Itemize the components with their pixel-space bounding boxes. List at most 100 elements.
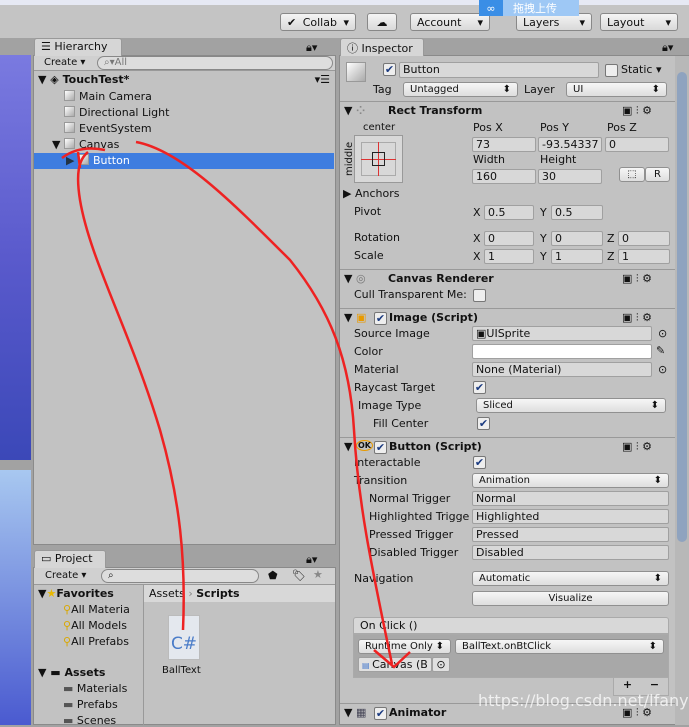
- list-item[interactable]: ▬ Scenes: [63, 714, 116, 727]
- scale-y-input[interactable]: 1: [551, 249, 603, 264]
- help-icon[interactable]: ▣ ⫶ ⚙: [622, 104, 652, 118]
- transition-dropdown[interactable]: Animation ⬍: [472, 473, 669, 488]
- cloud-button[interactable]: ☁: [367, 13, 397, 31]
- posz-input[interactable]: 0: [605, 137, 669, 152]
- account-dropdown[interactable]: Account ▾: [410, 13, 490, 31]
- object-picker-icon[interactable]: ⊙: [658, 327, 667, 340]
- list-item[interactable]: EventSystem: [34, 121, 334, 137]
- rect-transform-header[interactable]: ▼ ⁘ Rect Transform ▣ ⫶ ⚙: [340, 101, 675, 119]
- posy-input[interactable]: -93.54337: [538, 137, 602, 152]
- scale-label: Scale: [354, 249, 384, 262]
- scene-view[interactable]: [0, 55, 31, 460]
- help-icon[interactable]: ▣ ⫶ ⚙: [622, 272, 652, 286]
- image-header[interactable]: ▼ ▣ ✔ Image (Script) ▣ ⫶ ⚙: [340, 308, 675, 326]
- list-item[interactable]: Directional Light: [34, 105, 334, 121]
- static-label[interactable]: Static ▾: [621, 63, 661, 76]
- rotation-x-input[interactable]: 0: [484, 231, 534, 246]
- tab-project[interactable]: ▭ Project: [34, 550, 106, 568]
- hierarchy-search-input[interactable]: ⌕▾All: [97, 56, 333, 70]
- assets-folder[interactable]: ▼ ▬ Assets: [38, 666, 105, 679]
- list-item[interactable]: Main Camera: [34, 89, 334, 105]
- list-item-selected[interactable]: ▶ Button: [34, 153, 334, 169]
- source-image-field[interactable]: ▣UISprite: [472, 326, 652, 341]
- help-icon[interactable]: ▣ ⫶ ⚙: [622, 311, 652, 325]
- image-type-dropdown[interactable]: Sliced ⬍: [476, 398, 666, 413]
- eyedropper-icon[interactable]: ✎: [656, 344, 665, 357]
- scale-x-input[interactable]: 1: [484, 249, 534, 264]
- enabled-checkbox[interactable]: ✔: [374, 707, 387, 720]
- navigation-dropdown[interactable]: Automatic ⬍: [472, 571, 669, 586]
- collab-button[interactable]: ✔ Collab ▾: [280, 13, 356, 31]
- file-name[interactable]: BallText: [162, 665, 201, 676]
- project-create-button[interactable]: Create ▾: [45, 570, 86, 581]
- anchors-foldout[interactable]: ▶ Anchors: [343, 187, 399, 200]
- label-icon[interactable]: 🏷︎: [292, 569, 306, 582]
- tab-inspector[interactable]: ⓘ Inspector: [340, 38, 424, 56]
- scene-row[interactable]: ▼ ◈ TouchTest* ▾☰: [34, 72, 334, 88]
- lock-icon[interactable]: 🔒︎▾: [306, 41, 317, 55]
- blueprint-mode-button[interactable]: ⬚: [619, 167, 645, 182]
- cull-checkbox[interactable]: [473, 289, 486, 302]
- scrollbar[interactable]: [675, 56, 689, 725]
- static-checkbox[interactable]: [605, 64, 618, 77]
- list-item[interactable]: ▬ Materials: [63, 682, 127, 695]
- pivot-x-input[interactable]: 0.5: [484, 205, 534, 220]
- pivot-y-input[interactable]: 0.5: [551, 205, 603, 220]
- anchor-preset-button[interactable]: [354, 135, 403, 183]
- tab-hierarchy[interactable]: ☰ Hierarchy: [34, 38, 122, 56]
- collapse-arrow-icon: ▶: [66, 154, 78, 167]
- raycast-checkbox[interactable]: ✔: [473, 381, 486, 394]
- height-input[interactable]: 30: [538, 169, 602, 184]
- material-field[interactable]: None (Material): [472, 362, 652, 377]
- rotation-z-input[interactable]: 0: [618, 231, 670, 246]
- search-icon: ⌕▾: [104, 57, 115, 68]
- canvas-renderer-header[interactable]: ▼ ◎ Canvas Renderer ▣ ⫶ ⚙: [340, 269, 675, 287]
- favorites-folder[interactable]: ▼★Favorites: [38, 587, 114, 600]
- gameobject-icon: [77, 154, 89, 165]
- normal-trigger-input[interactable]: Normal: [472, 491, 669, 506]
- list-item[interactable]: ▬ Prefabs: [63, 698, 118, 711]
- csharp-file-icon[interactable]: C#: [168, 615, 200, 660]
- layout-dropdown[interactable]: Layout ▾: [600, 13, 678, 31]
- highlighted-trigger-input[interactable]: Highlighted: [472, 509, 669, 524]
- list-item[interactable]: ▼ Canvas: [34, 137, 334, 153]
- enabled-checkbox[interactable]: ✔: [374, 441, 387, 454]
- disabled-trigger-input[interactable]: Disabled: [472, 545, 669, 560]
- expand-arrow-icon: ▼: [344, 104, 353, 117]
- object-picker-icon[interactable]: ⊙: [432, 657, 450, 672]
- list-item[interactable]: ⚲All Models: [63, 619, 127, 632]
- active-checkbox[interactable]: ✔: [383, 63, 396, 76]
- scrollbar-thumb[interactable]: [677, 72, 687, 542]
- name-input[interactable]: Button: [399, 62, 599, 78]
- list-item[interactable]: ⚲All Materia: [63, 603, 130, 616]
- pressed-trigger-input[interactable]: Pressed: [472, 527, 669, 542]
- star-icon[interactable]: ★: [313, 568, 323, 581]
- layer-dropdown[interactable]: UI ⬍: [566, 82, 667, 97]
- object-picker-icon[interactable]: ⊙: [658, 363, 667, 376]
- help-icon[interactable]: ▣ ⫶ ⚙: [622, 440, 652, 454]
- posx-input[interactable]: 73: [472, 137, 536, 152]
- list-item[interactable]: ⚲All Prefabs: [63, 635, 129, 648]
- lock-icon[interactable]: 🔒︎▾: [662, 41, 673, 55]
- tag-dropdown[interactable]: Untagged ⬍: [403, 82, 518, 97]
- scale-z-input[interactable]: 1: [618, 249, 670, 264]
- raw-edit-button[interactable]: R: [645, 167, 670, 182]
- upload-overlay[interactable]: ∞ 拖拽上传: [479, 0, 579, 16]
- color-field[interactable]: [472, 344, 652, 359]
- rotation-y-input[interactable]: 0: [551, 231, 603, 246]
- enabled-checkbox[interactable]: ✔: [374, 312, 387, 325]
- fill-center-checkbox[interactable]: ✔: [477, 417, 490, 430]
- menu-icon[interactable]: ▾☰: [315, 72, 330, 88]
- width-input[interactable]: 160: [472, 169, 536, 184]
- function-dropdown[interactable]: BallText.onBtClick ⬍: [455, 639, 664, 654]
- filter-type-icon[interactable]: ⬟: [268, 569, 278, 582]
- hierarchy-create-button[interactable]: Create ▾: [44, 57, 85, 68]
- project-search-input[interactable]: ⌕: [101, 569, 259, 583]
- game-view[interactable]: [0, 470, 31, 725]
- lock-icon[interactable]: 🔒︎▾: [306, 553, 317, 567]
- visualize-button[interactable]: Visualize: [472, 591, 669, 606]
- interactable-checkbox[interactable]: ✔: [473, 456, 486, 469]
- button-header[interactable]: ▼ OK ✔ Button (Script) ▣ ⫶ ⚙: [340, 437, 675, 455]
- runtime-dropdown[interactable]: Runtime Only ⬍: [358, 639, 451, 654]
- target-object-field[interactable]: ▤ Canvas (B: [358, 657, 432, 672]
